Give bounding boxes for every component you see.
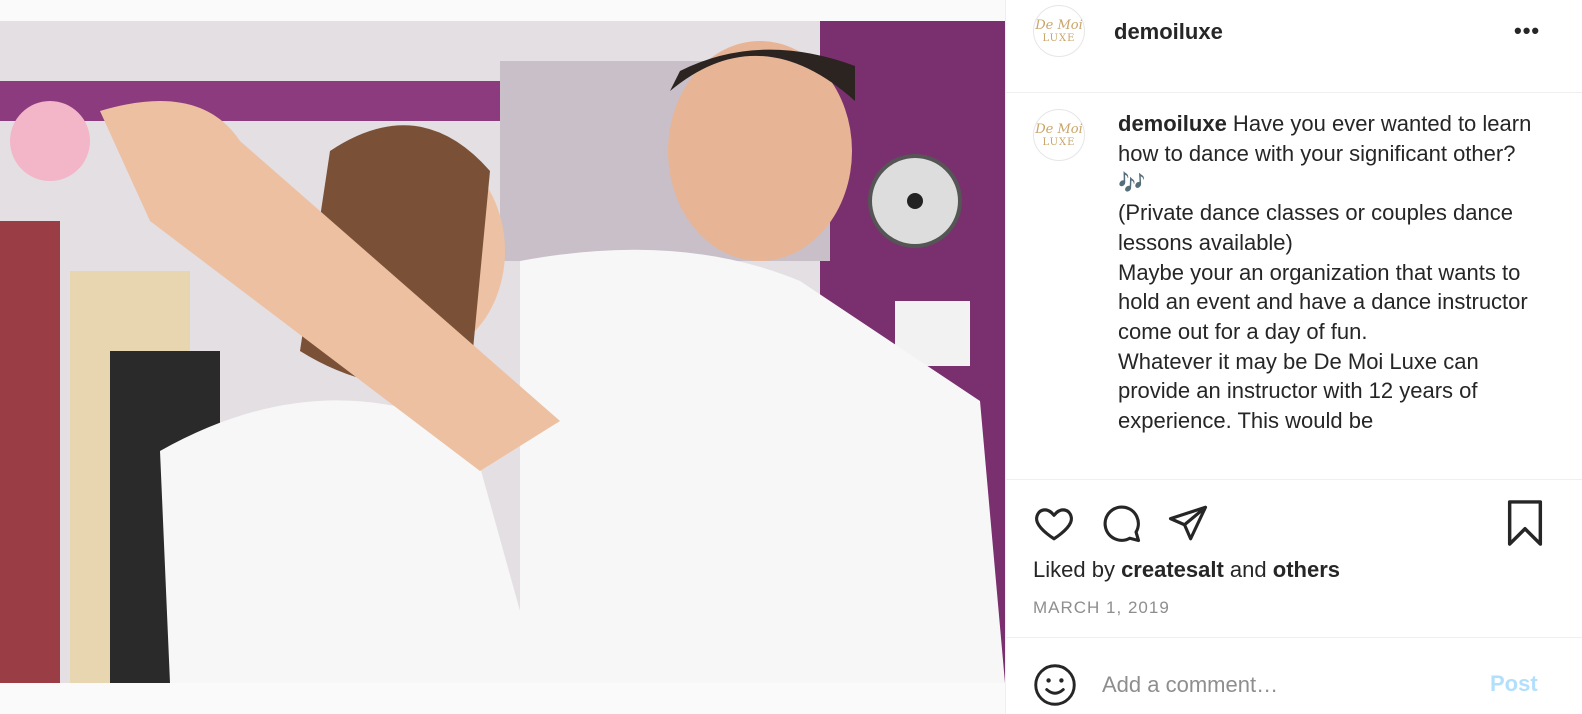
avatar-logo-line2: LUXE [1042, 32, 1076, 44]
avatar-logo-line1: De Moi [1035, 17, 1083, 33]
likes-prefix: Liked by [1033, 557, 1122, 582]
post-actions: Liked by createsalt and others MARCH 1, … [1006, 480, 1582, 638]
caption-body: Have you ever wanted to learn how to dan… [1118, 111, 1532, 434]
username-link[interactable]: demoiluxe [1114, 19, 1223, 45]
post-image[interactable] [0, 21, 1005, 683]
more-options-icon[interactable]: ••• [1514, 18, 1540, 44]
avatar-logo-line1: De Moi [1035, 121, 1083, 137]
post-header: De Moi LUXE demoiluxe ••• [1006, 0, 1582, 93]
comment-icon[interactable] [1100, 502, 1142, 549]
avatar[interactable]: De Moi LUXE [1033, 5, 1085, 57]
caption-avatar[interactable]: De Moi LUXE [1033, 109, 1085, 161]
caption-text: demoiluxe Have you ever wanted to learn … [1118, 109, 1538, 436]
share-icon[interactable] [1167, 502, 1209, 549]
post-media-column [0, 0, 1005, 714]
likes-others-link[interactable]: others [1273, 557, 1340, 582]
avatar-logo-line2: LUXE [1042, 136, 1076, 148]
post-side-panel: De Moi LUXE demoiluxe ••• De Moi LUXE de… [1005, 0, 1582, 714]
caption-username-link[interactable]: demoiluxe [1118, 111, 1227, 136]
likes-summary: Liked by createsalt and others [1033, 557, 1340, 583]
caption-section[interactable]: De Moi LUXE demoiluxe Have you ever want… [1006, 93, 1582, 480]
likes-middle: and [1223, 557, 1273, 582]
post-photo-illustration [0, 21, 1005, 683]
add-comment-bar: Post [1006, 638, 1582, 714]
bookmark-icon[interactable] [1504, 500, 1546, 551]
post-date[interactable]: MARCH 1, 2019 [1033, 598, 1170, 618]
heart-icon[interactable] [1033, 502, 1075, 549]
liked-by-user-link[interactable]: createsalt [1121, 557, 1224, 582]
comment-input[interactable] [1100, 671, 1474, 699]
emoji-icon[interactable] [1033, 663, 1077, 712]
post-comment-button[interactable]: Post [1490, 671, 1538, 697]
